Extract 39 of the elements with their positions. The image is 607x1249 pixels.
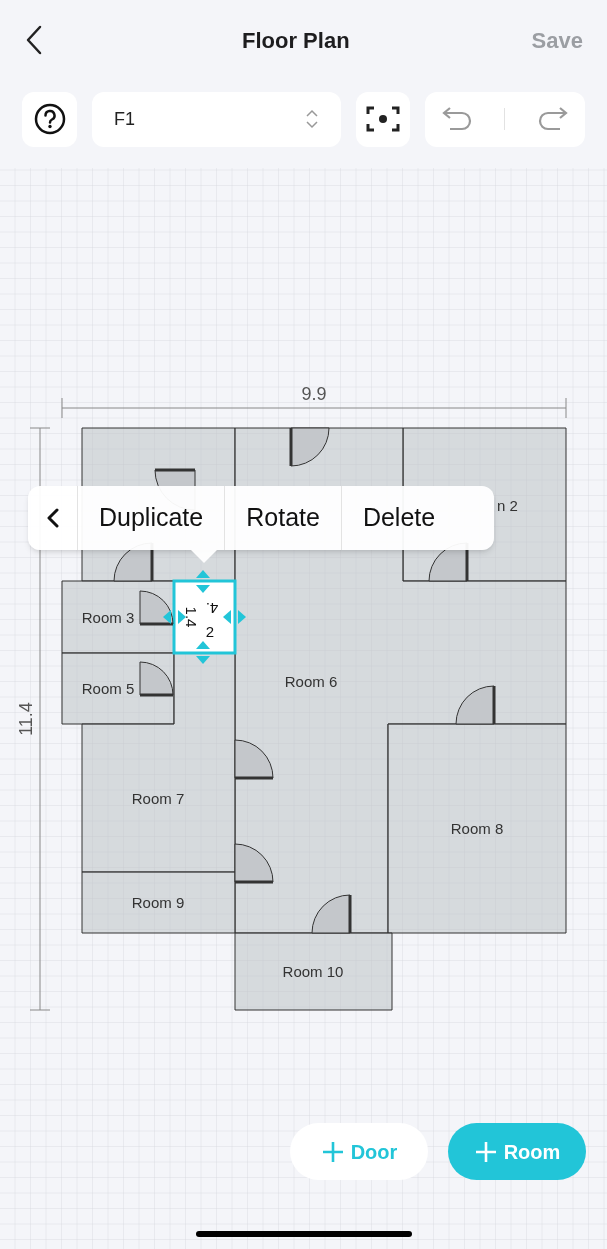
height-label: 11.4 [16,702,36,736]
chevron-left-icon [45,507,60,529]
room-label: Room 8 [450,820,504,837]
resize-handle[interactable] [196,570,210,593]
door-drawing [139,661,174,697]
width-label: 9.9 [301,384,327,404]
door-drawing [139,590,174,626]
room-label: Room 9 [131,894,185,911]
door-drawing [455,685,496,725]
chevron-updown-icon [305,108,319,130]
back-icon [24,25,44,55]
plus-icon [320,1139,345,1164]
help-button[interactable] [22,91,77,147]
help-icon [33,103,66,135]
dimension-label: 2 [205,623,215,640]
door-drawing [234,739,274,780]
menu-item[interactable]: Delete [341,486,457,550]
door-drawing [311,894,352,934]
floor-select[interactable]: F1 [92,91,341,147]
focus-button[interactable] [356,91,410,147]
resize-handle[interactable] [163,610,186,624]
room-shape[interactable] [61,652,175,725]
room-label: Room 7 [131,790,185,807]
plus-icon [473,1139,498,1164]
focus-icon [366,106,400,132]
door-drawing [289,427,330,467]
room-label: Room 10 [282,963,344,980]
resize-handle[interactable] [223,610,246,624]
resize-handle[interactable] [196,641,210,664]
room-label: Room 5 [81,680,135,697]
room-label: n 2 [497,497,518,514]
room-label: Room 3 [81,609,135,626]
dimension-label: 4. [205,600,219,617]
window-title: Floor Plan [242,26,350,55]
room-label: Room 6 [284,673,338,690]
door-drawing [234,843,274,884]
dimension-label: 1.4 [183,606,200,628]
menu-item[interactable]: Rotate [225,486,342,550]
selected-room[interactable] [172,579,237,655]
